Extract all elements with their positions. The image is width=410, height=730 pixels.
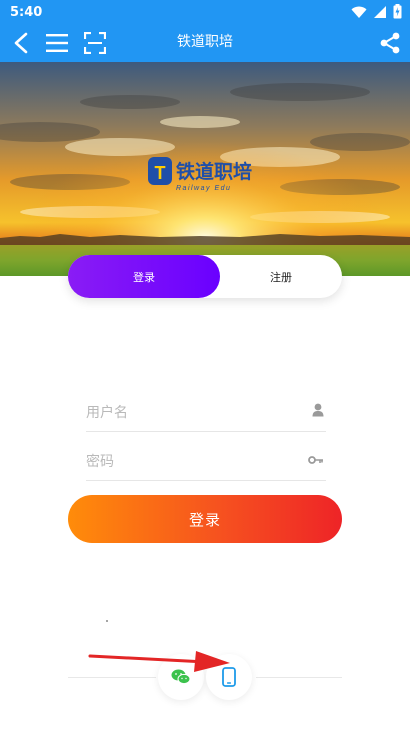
logo-subtitle: Railway Edu	[176, 185, 231, 192]
status-bar: 5:40	[0, 0, 410, 24]
password-placeholder: 密码	[86, 454, 114, 470]
status-icons	[351, 4, 402, 19]
login-button[interactable]: 登录	[68, 495, 342, 543]
red-arrow-annotation	[88, 651, 230, 672]
share-button[interactable]	[375, 28, 405, 58]
app-root: 5:40 铁道职培 T 铁道职培 Railway Edu 登录 注册 用户名 密…	[0, 0, 410, 730]
key-icon	[308, 456, 323, 464]
battery-icon	[393, 4, 402, 19]
username-field[interactable]: 用户名	[86, 392, 326, 432]
password-field[interactable]: 密码	[86, 441, 326, 481]
sunset-landscape: T 铁道职培 Railway Edu	[0, 62, 410, 276]
banner-image: T 铁道职培 Railway Edu	[0, 62, 410, 276]
logo-title: 铁道职培	[176, 160, 252, 183]
page-title: 铁道职培	[177, 34, 233, 50]
auth-tabs: 登录 注册	[68, 255, 342, 298]
wifi-icon	[351, 6, 367, 18]
tab-register[interactable]: 注册	[220, 255, 342, 298]
divider-right	[256, 677, 342, 678]
stray-dot	[106, 620, 108, 622]
username-placeholder: 用户名	[86, 405, 128, 421]
logo-mark: T	[155, 163, 166, 183]
user-icon	[312, 403, 324, 417]
app-bar: 铁道职培	[0, 24, 410, 62]
status-time: 5:40	[10, 4, 43, 20]
tab-login[interactable]: 登录	[68, 255, 220, 298]
cell-signal-icon	[374, 5, 386, 18]
divider-left	[68, 677, 156, 678]
share-icon	[380, 32, 400, 54]
